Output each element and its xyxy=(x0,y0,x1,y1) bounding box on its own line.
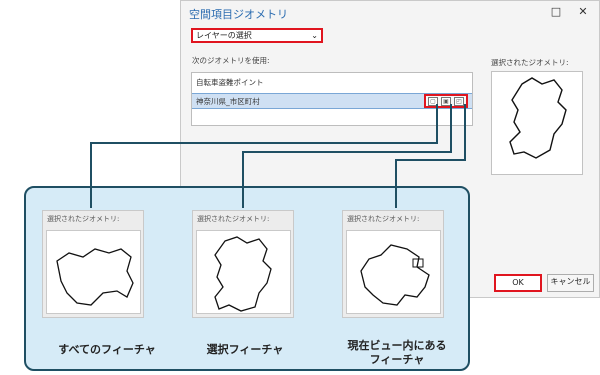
connector-lines xyxy=(90,104,466,208)
connector-selected-features xyxy=(242,104,452,208)
connector-all-features xyxy=(90,104,438,208)
connector-features-in-view xyxy=(395,104,466,208)
